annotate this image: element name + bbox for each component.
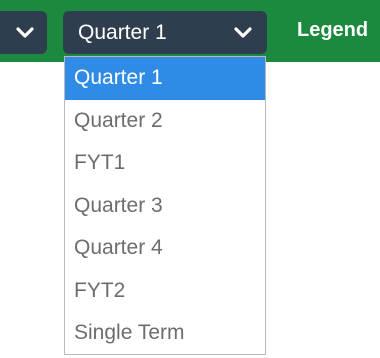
toolbar: Quarter 1 Legend: [0, 0, 380, 62]
dropdown-option-quarter-1[interactable]: Quarter 1: [65, 57, 265, 100]
dropdown-option-fyt2[interactable]: FYT2: [65, 270, 265, 313]
quarter-dropdown-menu: Quarter 1 Quarter 2 FYT1 Quarter 3 Quart…: [64, 56, 266, 355]
term-selector-screen: Quarter 1 Legend Quarter 1 Quarter 2 FYT…: [0, 0, 380, 358]
dropdown-option-fyt1[interactable]: FYT1: [65, 142, 265, 185]
chevron-down-icon: [15, 26, 35, 39]
quarter-select-value: Quarter 1: [78, 20, 167, 44]
dropdown-option-quarter-3[interactable]: Quarter 3: [65, 185, 265, 228]
previous-select-button[interactable]: [0, 11, 47, 54]
chevron-down-icon: [233, 26, 253, 39]
dropdown-option-quarter-4[interactable]: Quarter 4: [65, 227, 265, 270]
dropdown-option-quarter-2[interactable]: Quarter 2: [65, 100, 265, 143]
legend-link[interactable]: Legend: [297, 19, 368, 42]
dropdown-option-single-term[interactable]: Single Term: [65, 312, 265, 354]
quarter-select-button[interactable]: Quarter 1: [63, 11, 267, 54]
